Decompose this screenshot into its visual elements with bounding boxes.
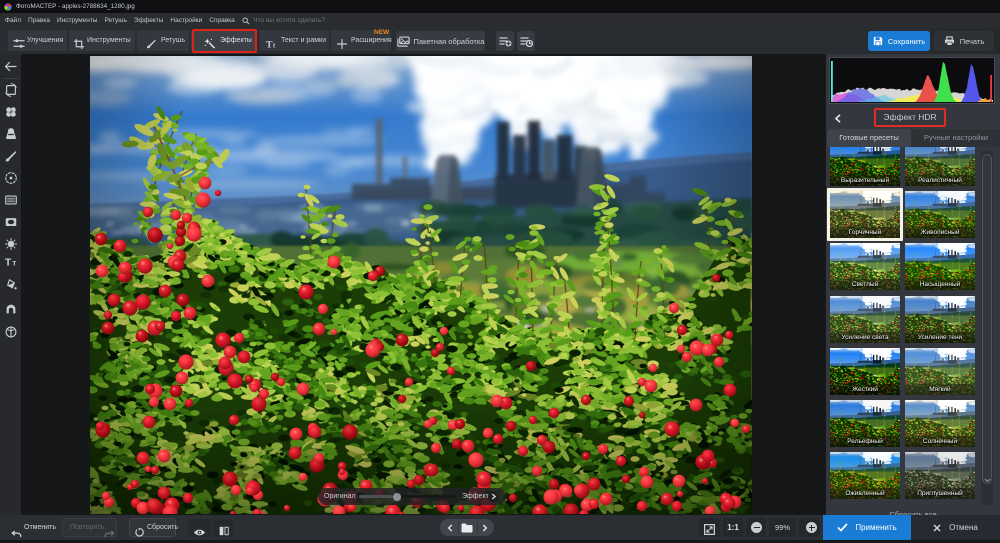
- svg-text:т: т: [12, 259, 16, 268]
- svg-text:T: T: [5, 257, 12, 269]
- svg-text:T: T: [266, 40, 273, 49]
- svg-text:t: t: [273, 43, 276, 49]
